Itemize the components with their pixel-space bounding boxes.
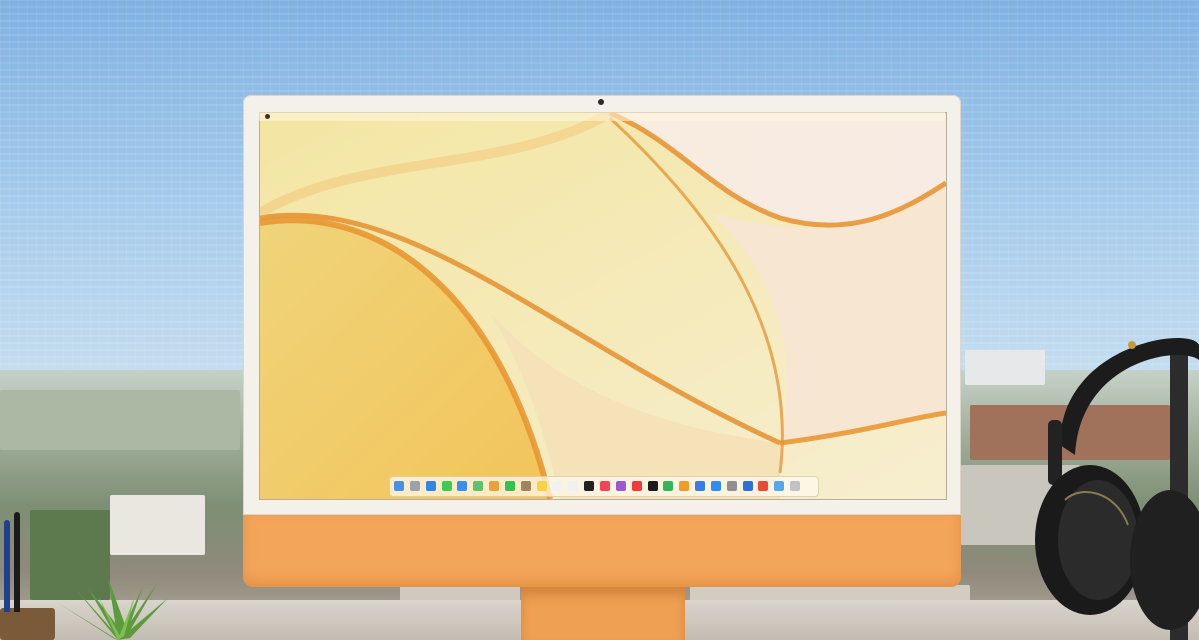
maps-icon[interactable] bbox=[473, 481, 484, 491]
photos-icon[interactable] bbox=[489, 481, 500, 491]
apple-menu-icon[interactable] bbox=[265, 114, 270, 119]
appletv-icon[interactable] bbox=[584, 481, 595, 491]
launchpad-icon[interactable] bbox=[409, 481, 420, 491]
appstore-icon[interactable] bbox=[710, 481, 721, 491]
facetime-icon[interactable] bbox=[504, 481, 515, 491]
calendar-icon[interactable] bbox=[568, 481, 579, 491]
pen-holder bbox=[0, 608, 55, 640]
macos-menu-bar bbox=[259, 112, 945, 121]
folder-icon[interactable] bbox=[774, 481, 785, 491]
imac-stand bbox=[521, 587, 685, 640]
imac-chin bbox=[243, 515, 961, 587]
pen-black bbox=[14, 512, 20, 612]
headphones bbox=[1035, 338, 1199, 640]
hillside bbox=[0, 390, 240, 450]
photo-scene bbox=[0, 0, 1199, 640]
pen-blue bbox=[4, 520, 10, 612]
xcode-icon[interactable] bbox=[742, 481, 753, 491]
finder-icon[interactable] bbox=[394, 481, 404, 491]
desktop-wallpaper bbox=[259, 112, 947, 500]
succulent-plant bbox=[58, 578, 168, 640]
reminders-icon[interactable] bbox=[552, 481, 563, 491]
contacts-icon[interactable] bbox=[520, 481, 531, 491]
mail-icon[interactable] bbox=[457, 481, 468, 491]
messages-icon[interactable] bbox=[441, 481, 452, 491]
music-icon[interactable] bbox=[600, 481, 610, 491]
webcam-icon bbox=[598, 99, 604, 105]
settings-icon[interactable] bbox=[726, 481, 737, 491]
notes-icon[interactable] bbox=[536, 481, 547, 491]
macos-dock bbox=[389, 476, 819, 497]
trash-icon[interactable] bbox=[790, 481, 801, 491]
news-icon[interactable] bbox=[631, 481, 642, 491]
safari-icon[interactable] bbox=[425, 481, 436, 491]
chrome-icon[interactable] bbox=[758, 481, 769, 491]
podcasts-icon[interactable] bbox=[615, 481, 626, 491]
keynote-icon[interactable] bbox=[695, 481, 706, 491]
numbers-icon[interactable] bbox=[663, 481, 674, 491]
stocks-icon[interactable] bbox=[647, 481, 658, 491]
building-white bbox=[110, 495, 205, 555]
pages-icon[interactable] bbox=[679, 481, 690, 491]
